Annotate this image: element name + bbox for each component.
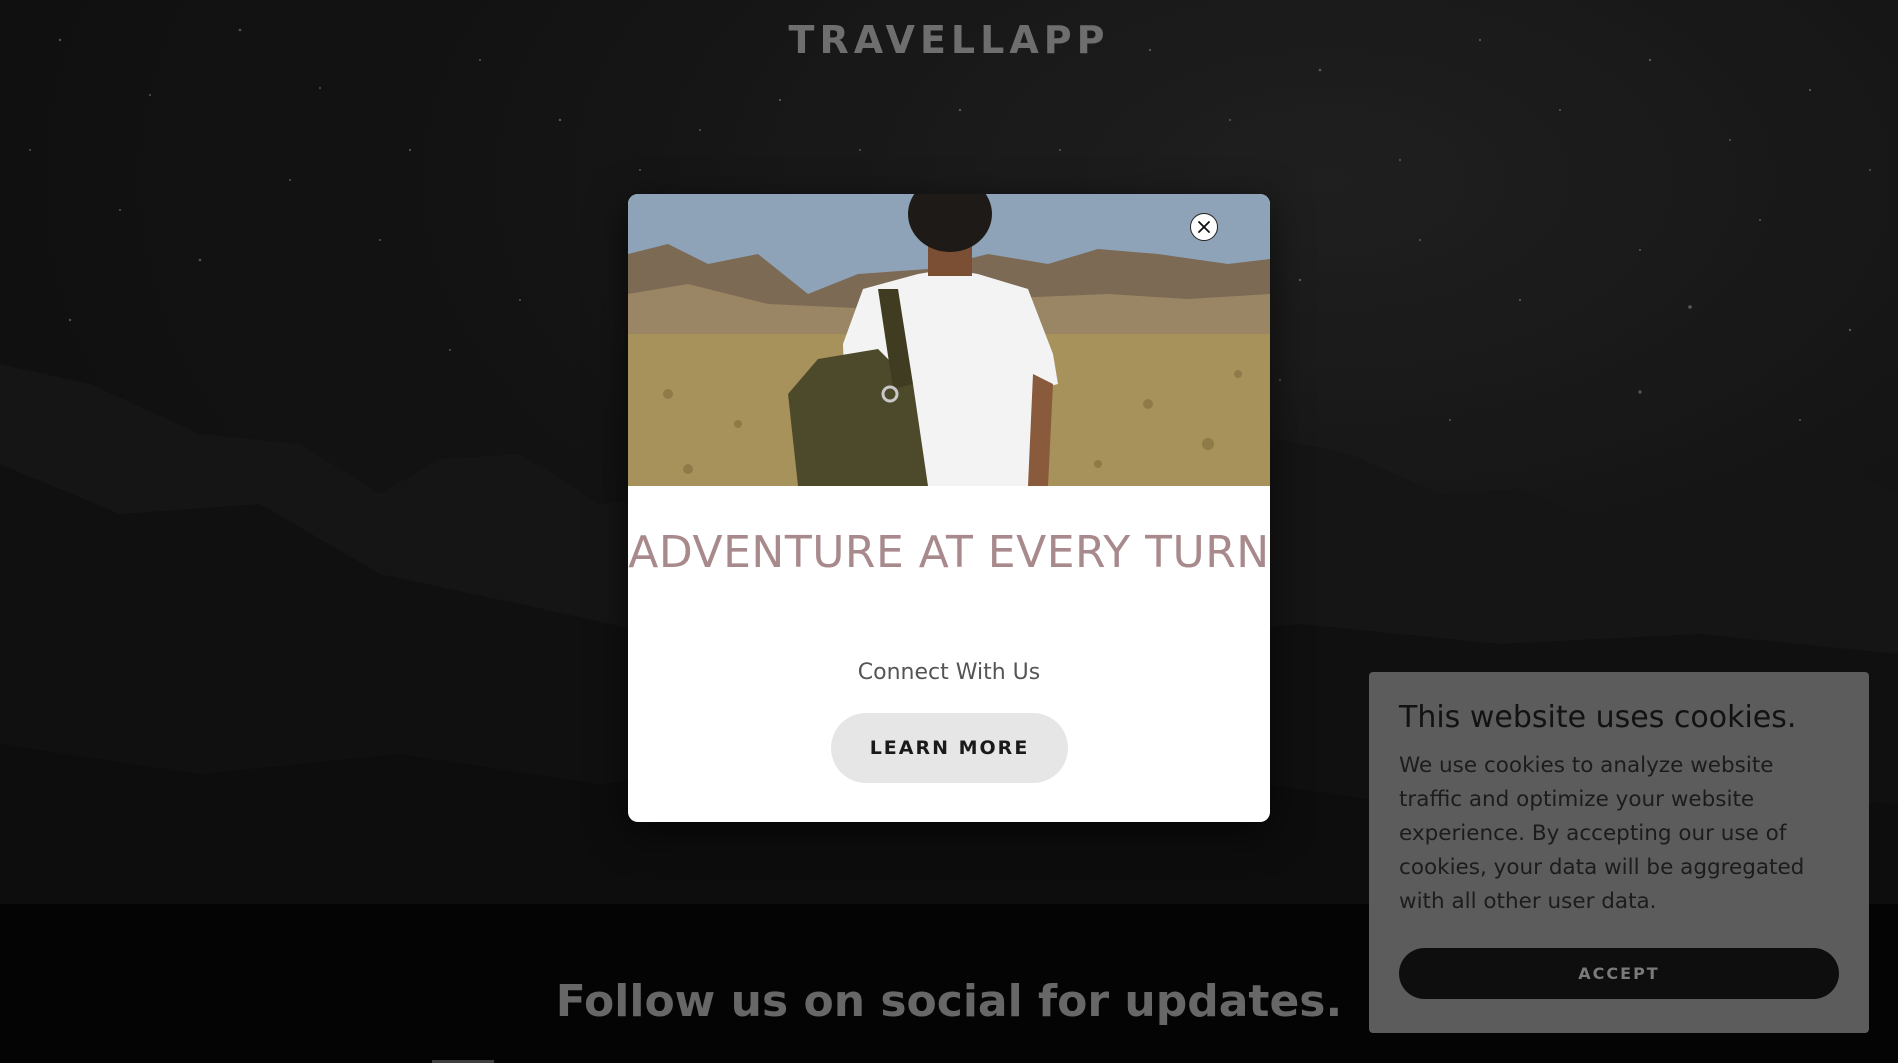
accept-cookies-button[interactable]: ACCEPT [1399,948,1839,999]
learn-more-button[interactable]: LEARN MORE [831,713,1068,783]
cookie-banner: This website uses cookies. We use cookie… [1369,672,1869,1033]
close-button[interactable] [1190,213,1218,241]
promo-modal: ADVENTURE AT EVERY TURN Connect With Us … [628,194,1270,822]
modal-hero-image [628,194,1270,486]
close-icon [1198,221,1210,233]
cookie-body-text: We use cookies to analyze website traffi… [1399,753,1805,914]
site-title[interactable]: TRAVELLAPP [0,18,1898,62]
cookie-title: This website uses cookies. [1399,700,1797,735]
modal-title: ADVENTURE AT EVERY TURN [628,527,1270,578]
modal-subtitle: Connect With Us [857,660,1041,685]
page: Follow us on social for updates. TRAVELL… [0,0,1898,1063]
